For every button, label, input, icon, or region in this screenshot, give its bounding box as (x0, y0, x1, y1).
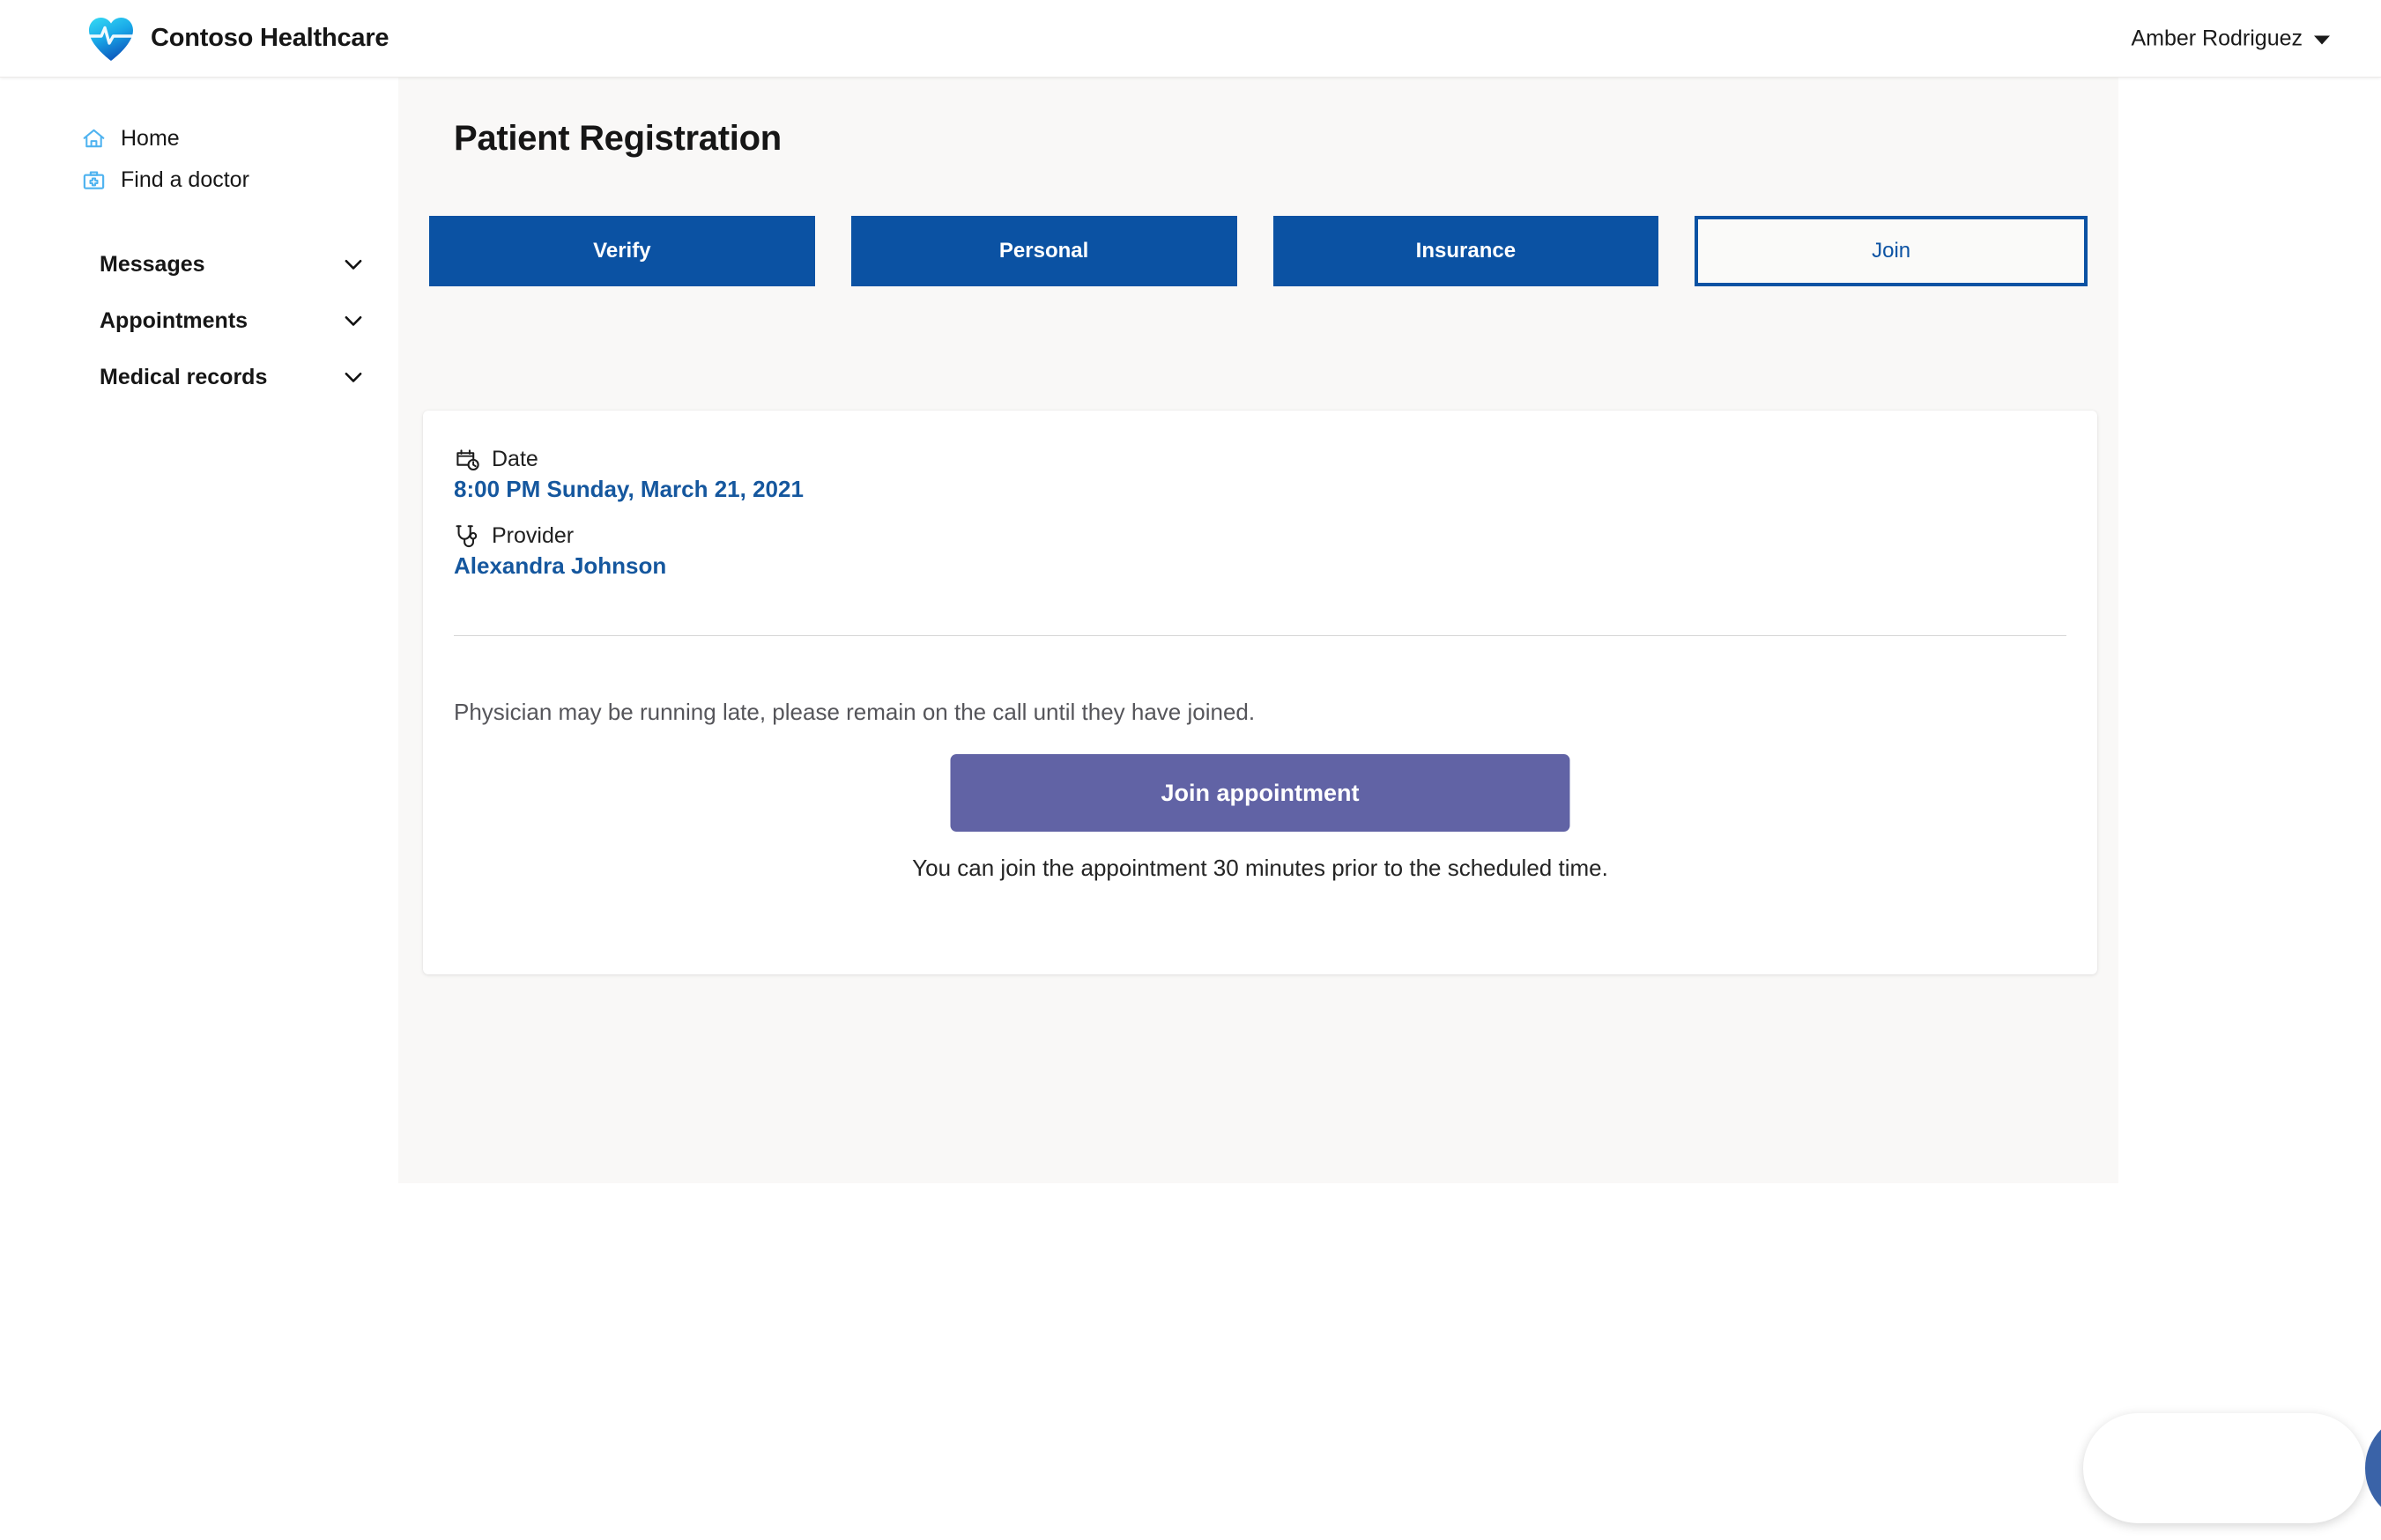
appointment-details: Date 8:00 PM Sunday, March 21, 2021 Prov… (454, 446, 804, 580)
tab-insurance[interactable]: Insurance (1272, 216, 1659, 286)
chevron-down-icon (340, 364, 367, 390)
tab-personal[interactable]: Personal (850, 216, 1237, 286)
sidebar-section-appointments[interactable]: Appointments (0, 292, 398, 349)
caret-down-icon (2314, 35, 2330, 44)
stethoscope-icon (454, 522, 481, 550)
chevron-down-icon (340, 251, 367, 278)
appointment-card: Date 8:00 PM Sunday, March 21, 2021 Prov… (423, 411, 2097, 974)
provider-row: Provider (454, 522, 804, 550)
home-icon (81, 126, 107, 152)
page-title: Patient Registration (454, 119, 782, 158)
chevron-down-icon (340, 307, 367, 334)
brand[interactable]: Contoso Healthcare (86, 16, 389, 62)
heart-pulse-logo (86, 16, 136, 62)
date-label: Date (492, 447, 538, 471)
user-menu[interactable]: Amber Rodriguez (2131, 26, 2330, 51)
sidebar-section-label: Appointments (100, 307, 248, 333)
card-divider (454, 635, 2066, 636)
sidebar-section-messages[interactable]: Messages (0, 236, 398, 292)
date-value[interactable]: 8:00 PM Sunday, March 21, 2021 (454, 476, 804, 503)
content-panel: Patient Registration Verify Personal Ins… (398, 78, 2118, 1183)
registration-step-tabs: Verify Personal Insurance Join (429, 216, 2088, 286)
chat-pill-background (2083, 1413, 2365, 1523)
provider-label: Provider (492, 523, 575, 548)
sidebar-section-label: Medical records (100, 364, 268, 389)
sidebar-item-label: Find a doctor (121, 167, 249, 192)
user-name: Amber Rodriguez (2131, 26, 2303, 50)
tab-verify[interactable]: Verify (429, 216, 815, 286)
date-row: Date (454, 446, 804, 473)
sidebar-item-find-a-doctor[interactable]: Find a doctor (0, 159, 398, 201)
join-window-note: You can join the appointment 30 minutes … (912, 855, 1608, 881)
provider-value[interactable]: Alexandra Johnson (454, 552, 804, 580)
tab-join[interactable]: Join (1695, 216, 2088, 286)
chat-launcher-button[interactable] (2365, 1413, 2381, 1523)
sidebar-item-home[interactable]: Home (0, 118, 398, 159)
sidebar-section-label: Messages (100, 251, 205, 277)
sidebar: Home Find a doctor Messages Appointments (0, 78, 398, 1540)
calendar-clock-icon (454, 446, 481, 473)
doctor-bag-icon (81, 167, 107, 193)
late-notice: Physician may be running late, please re… (454, 699, 1256, 725)
join-appointment-button[interactable]: Join appointment (950, 754, 1570, 832)
sidebar-item-label: Home (121, 126, 180, 151)
brand-name: Contoso Healthcare (151, 24, 389, 52)
sidebar-section-medical-records[interactable]: Medical records (0, 349, 398, 405)
app-header: Contoso Healthcare Amber Rodriguez (0, 0, 2381, 78)
